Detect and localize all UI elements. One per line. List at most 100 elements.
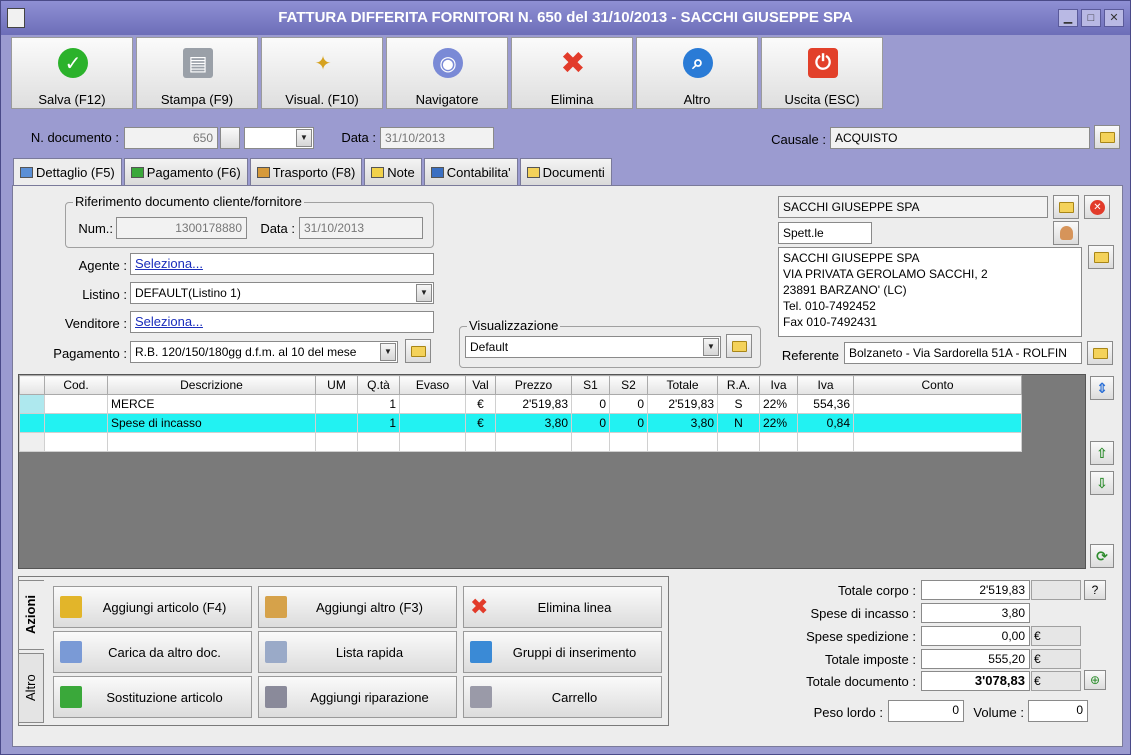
add-repair-button[interactable]: Aggiungi riparazione [258, 676, 457, 718]
cell-empty[interactable] [647, 432, 718, 452]
refresh-icon[interactable]: ⟳ [1090, 544, 1114, 568]
cell-empty[interactable] [107, 432, 316, 452]
cell-empty[interactable] [717, 432, 760, 452]
address-textarea[interactable]: SACCHI GIUSEPPE SPA VIA PRIVATA GEROLAMO… [778, 247, 1082, 337]
cell-conto[interactable] [853, 413, 1022, 433]
num-doc-input[interactable]: 650 [124, 127, 218, 149]
spese-incasso-field[interactable]: 3,80 [921, 603, 1030, 623]
sort-updown-icon[interactable]: ⇕ [1090, 376, 1114, 400]
save-button[interactable]: ✓ Salva (F12) [11, 37, 133, 109]
cell-s1[interactable]: 0 [571, 394, 610, 414]
row-indicator[interactable] [19, 394, 45, 414]
column-header[interactable]: Q.tà [357, 375, 400, 395]
cell-evaso[interactable] [399, 413, 466, 433]
table-row[interactable]: Spese di incasso 1 € 3,80 0 0 3,80 N 22%… [19, 413, 1022, 433]
supplier-folder-button[interactable] [1053, 195, 1079, 219]
table-row[interactable]: MERCE 1 € 2'519,83 0 0 2'519,83 S 22% 55… [19, 394, 1022, 414]
column-header[interactable]: Descrizione [107, 375, 316, 395]
zoom-icon[interactable]: ⊕ [1084, 670, 1106, 690]
cell-iva-amount[interactable]: 0,84 [797, 413, 854, 433]
add-other-button[interactable]: Aggiungi altro (F3) [258, 586, 457, 628]
column-header[interactable]: S1 [571, 375, 610, 395]
move-down-icon[interactable]: ⇩ [1090, 471, 1114, 495]
cell-cod[interactable] [44, 394, 108, 414]
column-header[interactable]: R.A. [717, 375, 760, 395]
column-header[interactable]: Conto [853, 375, 1022, 395]
cell-s2[interactable]: 0 [609, 394, 648, 414]
num-doc-spin-button[interactable] [220, 127, 240, 149]
column-header[interactable]: Totale [647, 375, 718, 395]
column-header[interactable]: S2 [609, 375, 648, 395]
column-header[interactable]: Iva [797, 375, 854, 395]
tab-altro[interactable]: Altro [18, 653, 44, 723]
cell-val[interactable]: € [465, 413, 496, 433]
tab-documenti[interactable]: Documenti [519, 158, 612, 185]
volume-field[interactable]: 0 [1028, 700, 1088, 722]
cell-totale[interactable]: 3,80 [647, 413, 718, 433]
cell-s1[interactable]: 0 [571, 413, 610, 433]
row-indicator[interactable] [19, 413, 45, 433]
referente-input[interactable]: Bolzaneto - Via Sardorella 51A - ROLFIN [844, 342, 1082, 364]
cell-empty[interactable] [465, 432, 496, 452]
cell-um[interactable] [315, 413, 358, 433]
insert-groups-button[interactable]: Gruppi di inserimento [463, 631, 662, 673]
cell-prezzo[interactable]: 2'519,83 [495, 394, 572, 414]
quick-list-button[interactable]: Lista rapida [258, 631, 457, 673]
column-header[interactable]: Iva [759, 375, 798, 395]
tab-azioni[interactable]: Azioni [18, 580, 44, 650]
agente-link[interactable]: Seleziona... [130, 253, 434, 275]
help-button[interactable]: ? [1084, 580, 1106, 600]
cell-empty[interactable] [853, 432, 1022, 452]
salutation-input[interactable]: Spett.le [778, 222, 872, 244]
supplier-name-input[interactable]: SACCHI GIUSEPPE SPA [778, 196, 1048, 218]
column-header[interactable]: Cod. [44, 375, 108, 395]
cart-button[interactable]: Carrello [463, 676, 662, 718]
tab-trasporto[interactable]: Trasporto (F8) [249, 158, 363, 185]
cell-empty[interactable] [571, 432, 610, 452]
cell-evaso[interactable] [399, 394, 466, 414]
cell-empty[interactable] [399, 432, 466, 452]
pagamento-select[interactable]: R.B. 120/150/180gg d.f.m. al 10 del mese… [130, 341, 398, 363]
visualizzazione-select[interactable]: Default ▼ [465, 336, 721, 358]
move-up-icon[interactable]: ⇧ [1090, 441, 1114, 465]
column-header[interactable]: Prezzo [495, 375, 572, 395]
cell-cod[interactable] [44, 413, 108, 433]
rif-date-input[interactable]: 31/10/2013 [299, 217, 423, 239]
close-button[interactable]: ✕ [1104, 9, 1124, 27]
address-folder-button[interactable] [1088, 245, 1114, 269]
cell-totale[interactable]: 2'519,83 [647, 394, 718, 414]
preview-button[interactable]: ✦ Visual. (F10) [261, 37, 383, 109]
cell-iva-perc[interactable]: 22% [759, 394, 798, 414]
causale-input[interactable]: ACQUISTO [830, 127, 1090, 149]
delete-button[interactable]: ✖ Elimina [511, 37, 633, 109]
cell-empty[interactable] [759, 432, 798, 452]
replace-article-button[interactable]: Sostituzione articolo [53, 676, 252, 718]
causale-folder-button[interactable] [1094, 125, 1120, 149]
minimize-button[interactable]: ▁ [1058, 9, 1078, 27]
contact-button[interactable] [1053, 221, 1079, 245]
rif-num-input[interactable]: 1300178880 [116, 217, 247, 239]
cell-empty[interactable] [495, 432, 572, 452]
cell-empty[interactable] [44, 432, 108, 452]
cell-qta[interactable]: 1 [357, 413, 400, 433]
spese-spedizione-field[interactable]: 0,00 [921, 626, 1030, 646]
column-header[interactable]: Evaso [399, 375, 466, 395]
print-button[interactable]: ▤ Stampa (F9) [136, 37, 258, 109]
cell-descrizione[interactable]: Spese di incasso [107, 413, 316, 433]
listino-select[interactable]: DEFAULT(Listino 1) ▼ [130, 282, 434, 304]
date-input[interactable]: 31/10/2013 [380, 127, 494, 149]
cell-empty[interactable] [797, 432, 854, 452]
cell-empty[interactable] [609, 432, 648, 452]
cell-iva-perc[interactable]: 22% [759, 413, 798, 433]
pagamento-folder-button[interactable] [405, 339, 431, 363]
column-header[interactable]: UM [315, 375, 358, 395]
cell-iva-amount[interactable]: 554,36 [797, 394, 854, 414]
venditore-link[interactable]: Seleziona... [130, 311, 434, 333]
navigator-button[interactable]: ◉ Navigatore [386, 37, 508, 109]
column-header[interactable]: Val [465, 375, 496, 395]
tab-dettaglio[interactable]: Dettaglio (F5) [13, 158, 122, 186]
delete-line-button[interactable]: ✖ Elimina linea [463, 586, 662, 628]
add-article-button[interactable]: Aggiungi articolo (F4) [53, 586, 252, 628]
other-button[interactable]: ⌕ Altro [636, 37, 758, 109]
cell-conto[interactable] [853, 394, 1022, 414]
